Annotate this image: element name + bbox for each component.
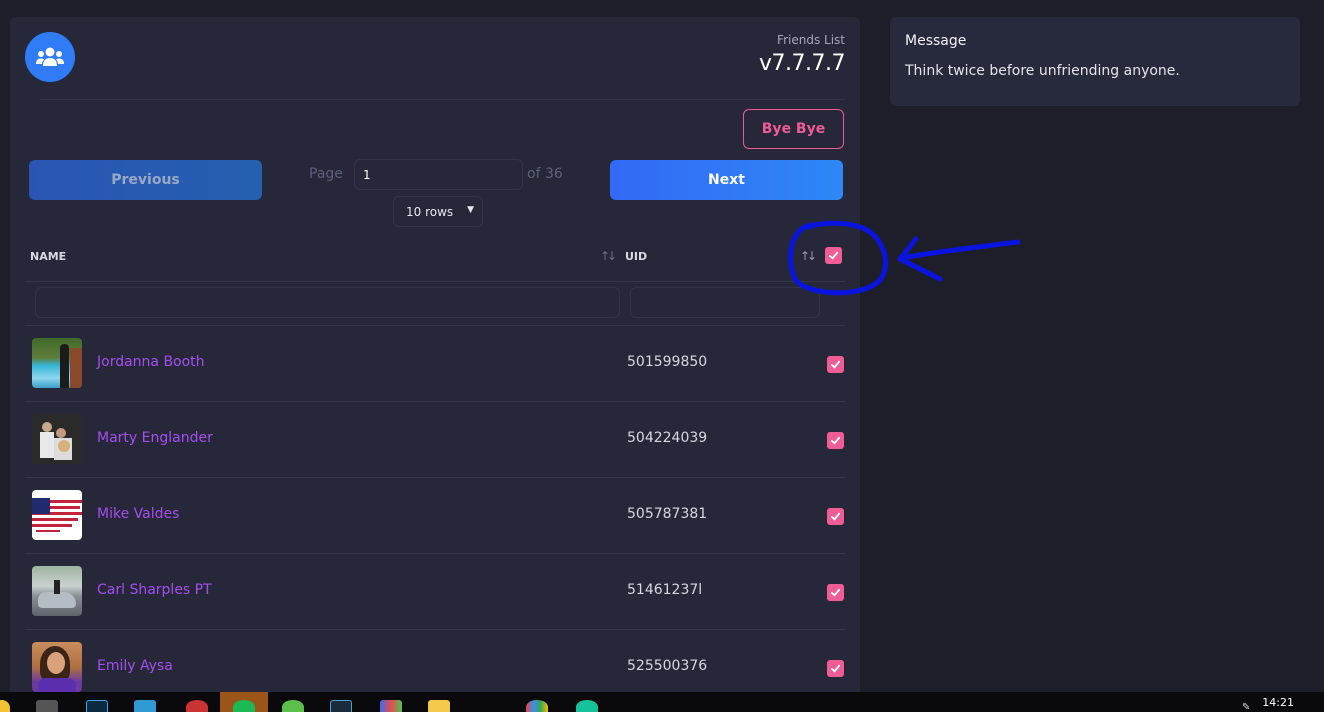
- friend-uid: 51461237l: [627, 582, 703, 598]
- os-taskbar: ✎ 14:21: [0, 692, 1324, 712]
- rows-per-page-value: 10 rows: [406, 204, 454, 219]
- friend-name-link[interactable]: Emily Aysa: [97, 658, 173, 674]
- table-row: Mike Valdes 505787381: [25, 478, 845, 554]
- avatar: [32, 642, 82, 692]
- next-button[interactable]: Next: [610, 160, 843, 200]
- pen-icon[interactable]: ✎: [1242, 702, 1252, 712]
- system-clock[interactable]: 14:21: [1262, 696, 1294, 709]
- avatar: [32, 490, 82, 540]
- row-checkbox[interactable]: [827, 508, 844, 525]
- grammarly-icon[interactable]: [576, 700, 598, 712]
- row-checkbox[interactable]: [827, 584, 844, 601]
- uid-filter-input[interactable]: [630, 287, 820, 318]
- dropdown-arrow-icon: ▼: [467, 205, 474, 215]
- app-subtitle: Friends List: [777, 33, 845, 47]
- spotify-icon[interactable]: [233, 700, 255, 712]
- message-body: Think twice before unfriending anyone.: [905, 63, 1180, 79]
- app-icon[interactable]: [282, 700, 304, 712]
- friend-name-link[interactable]: Jordanna Booth: [97, 354, 205, 370]
- page-count-label: of 36: [527, 166, 563, 182]
- table-row: Carl Sharples PT 51461237l: [25, 554, 845, 630]
- friend-uid: 505787381: [627, 506, 708, 522]
- table-row: Emily Aysa 525500376: [25, 630, 845, 697]
- bye-bye-button[interactable]: Bye Bye: [743, 109, 844, 149]
- avatar: [32, 338, 82, 388]
- app-icon[interactable]: [134, 700, 156, 712]
- photoshop-icon[interactable]: [86, 700, 108, 712]
- table-row: Jordanna Booth 501599850: [25, 326, 845, 402]
- avatar: [32, 414, 82, 464]
- row-checkbox[interactable]: [827, 356, 844, 373]
- checkmark-icon: [830, 512, 841, 521]
- avatar: [32, 566, 82, 616]
- name-filter-input[interactable]: [35, 287, 620, 318]
- sort-arrows-icon[interactable]: ↑↓: [800, 249, 817, 263]
- table-row: Marty Englander 504224039: [25, 402, 845, 478]
- friends-list-panel: Friends List v7.7.7.7 Bye Bye Previous P…: [10, 17, 860, 697]
- checkmark-icon: [830, 588, 841, 597]
- users-group-icon: [25, 32, 75, 82]
- sort-arrows-icon[interactable]: ↑↓: [600, 249, 617, 263]
- video-app-icon[interactable]: [330, 700, 352, 712]
- row-checkbox[interactable]: [827, 432, 844, 449]
- app-header: Friends List v7.7.7.7: [759, 33, 846, 76]
- header-divider: [40, 99, 845, 100]
- column-header-uid[interactable]: UID: [625, 250, 647, 263]
- header-divider-line: [25, 281, 845, 282]
- message-title: Message: [905, 33, 967, 49]
- app-icon[interactable]: [380, 700, 402, 712]
- previous-button[interactable]: Previous: [29, 160, 262, 200]
- friend-uid: 504224039: [627, 430, 708, 446]
- page-label: Page: [309, 166, 343, 182]
- file-explorer-icon[interactable]: [428, 700, 450, 712]
- checkmark-icon: [828, 251, 839, 260]
- select-all-checkbox[interactable]: [825, 247, 842, 264]
- checkmark-icon: [830, 360, 841, 369]
- checkmark-icon: [830, 436, 841, 445]
- friend-name-link[interactable]: Marty Englander: [97, 430, 213, 446]
- message-panel: Message Think twice before unfriending a…: [890, 17, 1300, 106]
- friend-name-link[interactable]: Mike Valdes: [97, 506, 179, 522]
- friend-uid: 501599850: [627, 354, 708, 370]
- friend-name-link[interactable]: Carl Sharples PT: [97, 582, 212, 598]
- app-version: v7.7.7.7: [759, 51, 846, 76]
- app-icon[interactable]: [0, 700, 10, 712]
- page-number-input[interactable]: [354, 159, 523, 190]
- rows-per-page-select[interactable]: 10 rows ▼: [393, 196, 483, 227]
- checkmark-icon: [830, 664, 841, 673]
- app-icon[interactable]: [526, 700, 548, 712]
- sublime-icon[interactable]: [36, 700, 58, 712]
- app-icon[interactable]: [186, 700, 208, 712]
- row-checkbox[interactable]: [827, 660, 844, 677]
- friend-uid: 525500376: [627, 658, 708, 674]
- column-header-name[interactable]: NAME: [30, 250, 66, 263]
